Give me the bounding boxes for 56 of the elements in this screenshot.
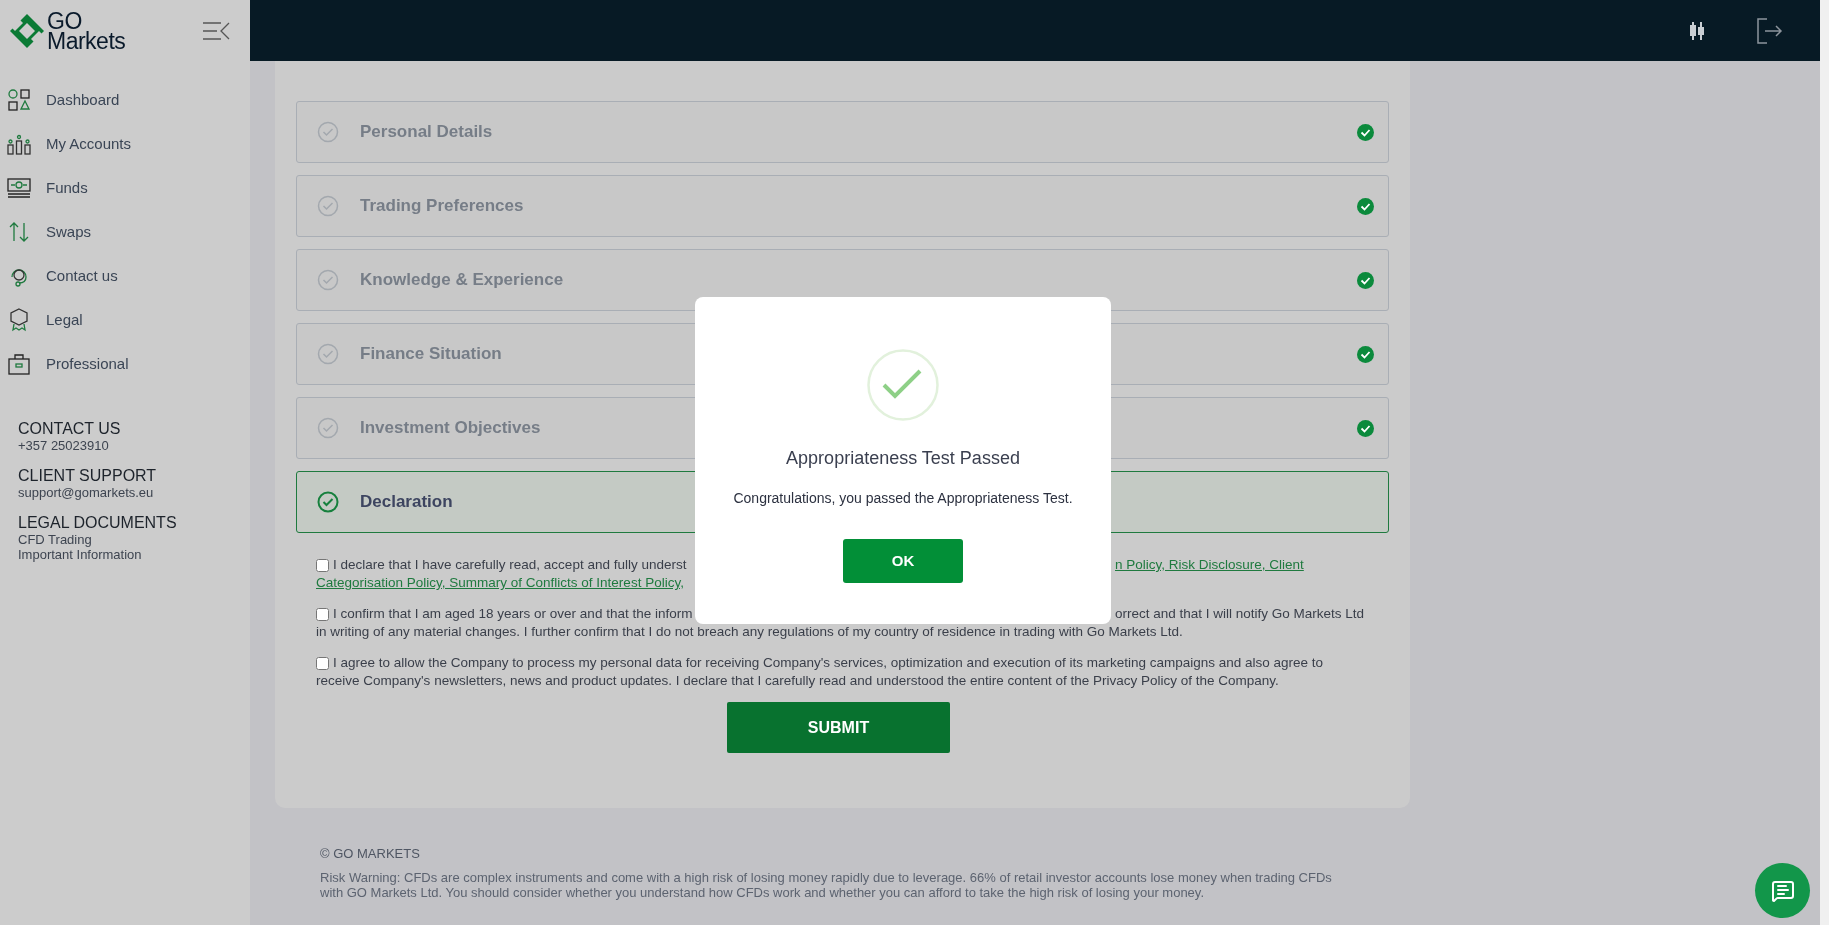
ok-button[interactable]: OK	[843, 539, 963, 583]
badge-icon	[7, 308, 31, 332]
consent-checkbox[interactable]	[316, 558, 329, 572]
shapes-icon	[7, 88, 31, 112]
risk-warning-text: Risk Warning: CFDs are complex instruments and come with a high risk of losing money rapidly due to leverage. 66% of retail investor accounts lose money when trading CFDs with GO Markets Ltd. You should consider whether you understand how CFDs work and whether you can afford to take the high risk of losing your money.	[320, 869, 1333, 900]
submit-button[interactable]: SUBMIT	[727, 702, 950, 753]
nav-item[interactable]: Dashboard	[0, 78, 250, 122]
policy-link[interactable]: n Policy, Risk Disclosure, Client	[1115, 556, 1304, 574]
declaration-text: receive Company's newsletters, news and product updates. I declare that I carefully read and understood the entire content of the Privacy Policy of the Company.	[316, 672, 1279, 690]
candlestick-icon[interactable]	[1689, 19, 1705, 42]
step-title: Knowledge & Experience	[360, 269, 564, 292]
banknote-icon	[7, 176, 31, 200]
info-line: Important Information	[18, 547, 143, 562]
check-circle-icon	[317, 195, 339, 217]
check-circle-icon	[317, 269, 339, 291]
info-line: +357 25023910	[18, 438, 110, 453]
info-heading: CONTACT US	[18, 420, 122, 438]
policy-link[interactable]: Categorisation Policy, Summary of Conflicts of Interest Policy,	[316, 574, 684, 592]
chat-icon	[1770, 878, 1795, 903]
step-title: Personal Details	[360, 121, 493, 144]
declaration-text: in writing of any material changes. I further confirm that I do not breach any regulations of my country of residence in trading with Go Markets Ltd.	[316, 623, 1183, 641]
dialog-title: Appropriateness Test Passed	[786, 447, 1020, 470]
briefcase-icon	[7, 352, 31, 376]
nav-item[interactable]: Swaps	[0, 210, 250, 254]
declaration-text: I declare that I have carefully read, accept and fully underst	[333, 556, 687, 574]
step-title: Declaration	[360, 491, 453, 514]
declaration-text: orrect and that I will notify Go Markets Ltd	[1115, 605, 1365, 623]
step-title: Investment Objectives	[360, 417, 541, 440]
check-circle-icon	[317, 121, 339, 143]
logo-text: GO Markets	[47, 10, 126, 51]
declaration-text: I confirm that I am aged 18 years or over and that the inform	[333, 605, 693, 623]
up-down-arrows-icon	[7, 220, 31, 244]
step-title: Trading Preferences	[360, 195, 524, 218]
nav-item[interactable]: My Accounts	[0, 122, 250, 166]
declaration-text: I agree to allow the Company to process my personal data for receiving Company's services, optimization and execution of its marketing campaigns and also agree to	[333, 654, 1324, 672]
collapse-menu-icon[interactable]	[202, 20, 230, 41]
bar-chart-icon	[7, 132, 31, 156]
consent-checkbox[interactable]	[316, 656, 329, 670]
check-circle-icon	[317, 343, 339, 365]
consent-checkbox[interactable]	[316, 607, 329, 621]
nav-item[interactable]: Funds	[0, 166, 250, 210]
logout-icon[interactable]	[1757, 17, 1783, 44]
nav-item[interactable]: Contact us	[0, 254, 250, 298]
nav-item[interactable]: Professional	[0, 342, 250, 386]
logo-icon	[9, 12, 45, 49]
info-line: support@gomarkets.eu	[18, 485, 155, 500]
copyright-text: © GO MARKETS	[320, 845, 421, 863]
info-heading: LEGAL DOCUMENTS	[18, 514, 178, 532]
check-circle-icon	[867, 349, 939, 421]
info-heading: CLIENT SUPPORT	[18, 467, 158, 485]
info-line: CFD Trading	[18, 532, 93, 547]
dialog-message: Congratulations, you passed the Appropriateness Test.	[733, 489, 1073, 508]
check-circle-icon	[317, 417, 339, 439]
check-circle-icon	[317, 491, 339, 513]
nav-item[interactable]: Legal	[0, 298, 250, 342]
step-title: Finance Situation	[360, 343, 502, 366]
